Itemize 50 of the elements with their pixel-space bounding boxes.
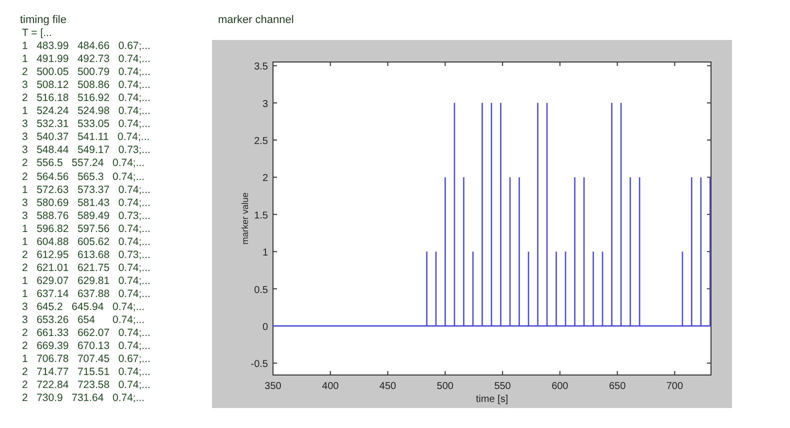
code-line: 2 730.9 731.64 0.74;... — [21, 392, 146, 406]
code-line: 2 500.05 500.79 0.74;... — [21, 66, 152, 80]
code-line: 3 540.37 541.11 0.74;... — [21, 131, 151, 144]
code-line: 1 572.63 573.37 0.74;... — [21, 184, 152, 197]
tick-label: 500 — [436, 381, 454, 392]
tick-label: 0 — [262, 322, 268, 333]
code-line: 1 491.99 492.73 0.74;... — [21, 53, 152, 66]
code-line: 2 714.77 715.51 0.74;... — [21, 366, 152, 380]
tick-label: 550 — [494, 381, 511, 392]
code-line: 1 483.99 484.66 0.67;... — [21, 40, 152, 54]
code-line: 1 524.24 524.98 0.74;... — [21, 105, 152, 118]
code-line: T = [... — [21, 27, 53, 40]
tick-label: 0.5 — [254, 284, 268, 296]
code-line: 3 580.69 581.43 0.74;... — [21, 196, 152, 210]
axis-label: time [s] — [476, 394, 508, 405]
code-line: 2 661.33 662.07 0.74;... — [21, 327, 152, 340]
code-line: 3 653.26 654 0.74;... — [21, 314, 146, 328]
code-line: 3 548.44 549.17 0.73;... — [21, 144, 152, 158]
tick-label: 350 — [264, 381, 282, 392]
code-line: 2 612.95 613.68 0.73;... — [21, 248, 152, 262]
code-line: 2 621.01 621.75 0.74;... — [21, 262, 152, 275]
tick-label: -0.5 — [250, 359, 268, 370]
tick-label: 2.5 — [254, 136, 268, 148]
code-line: 3 645.2 645.94 0.74;... — [21, 300, 146, 314]
code-line: 1 706.78 707.45 0.67;... — [21, 353, 152, 366]
tick-label: 600 — [552, 381, 568, 392]
tick-label: 450 — [379, 381, 396, 392]
tick-label: 1 — [262, 248, 268, 259]
tick-label: 700 — [666, 381, 684, 392]
code-line: 1 596.82 597.56 0.74;... — [21, 222, 152, 236]
tick-label: 1.5 — [254, 210, 268, 222]
code-line: 3 508.12 508.86 0.74;... — [21, 79, 152, 92]
code-line: 1 604.88 605.62 0.74;... — [21, 236, 152, 249]
tick-label: 2 — [262, 173, 268, 184]
code-line: 2 556.5 557.24 0.74;... — [21, 157, 146, 171]
panel-title: timing file — [20, 13, 68, 27]
code-line: 2 516.18 516.92 0.74;... — [21, 92, 152, 106]
code-line: 3 588.76 589.49 0.73;... — [21, 210, 152, 223]
code-line: 1 637.14 637.88 0.74;... — [21, 288, 152, 301]
tick-label: 650 — [608, 381, 626, 392]
code-line: 3 532.31 533.05 0.74;... — [21, 118, 152, 132]
tick-label: 400 — [322, 381, 339, 392]
panel-title: marker channel — [217, 13, 295, 27]
code-line: 2 669.39 670.13 0.74;... — [21, 340, 152, 354]
code-line: 2 564.56 565.3 0.74;... — [21, 170, 146, 184]
code-line: 1 629.07 629.81 0.74;... — [21, 274, 152, 288]
axis-label: marker value — [240, 192, 250, 245]
code-line: 2 722.84 723.58 0.74;... — [21, 379, 152, 392]
tick-label: 3 — [262, 98, 268, 110]
tick-label: 3.5 — [254, 62, 268, 73]
